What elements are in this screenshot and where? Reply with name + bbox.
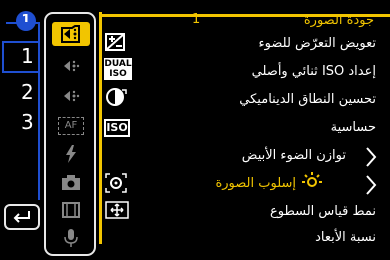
tab-film[interactable] — [52, 198, 90, 222]
film-strip-icon — [62, 202, 80, 218]
iso-icon: ISO — [104, 119, 130, 137]
page-title: جودة الصورة — [303, 13, 374, 28]
menu-item-aspect-ratio[interactable]: نسبة الأبعاد — [315, 230, 376, 245]
dynamic-range-icon — [104, 86, 128, 112]
metering-mode-icon — [104, 172, 128, 198]
menu-item-white-balance[interactable]: توازن الضوء الأبيض — [242, 148, 346, 163]
af-icon: AF — [58, 117, 84, 135]
camera-photo-icon — [64, 60, 80, 72]
chevron-right-icon[interactable] — [364, 174, 378, 196]
menu-item-dynamic-range[interactable]: تحسين النطاق الديناميكي — [239, 92, 376, 107]
tab-photo-active[interactable] — [52, 22, 90, 46]
page-1-button[interactable]: 1 — [21, 44, 34, 68]
chevron-right-icon[interactable] — [364, 146, 378, 168]
page-3-button[interactable]: 3 — [21, 110, 34, 134]
tab-camera-settings[interactable] — [52, 170, 90, 194]
page-2-button[interactable]: 2 — [21, 80, 34, 104]
tab-autofocus[interactable]: AF — [52, 114, 90, 138]
tab-photo-2[interactable] — [52, 54, 90, 78]
camera-photo-icon — [61, 25, 80, 43]
menu-tab-panel: AF — [44, 12, 96, 256]
camera-video-icon — [64, 90, 80, 102]
tab-video[interactable] — [52, 84, 90, 108]
header-bar: 1 جودة الصورة — [100, 12, 390, 28]
microphone-icon — [64, 229, 78, 247]
menu-item-dual-native-iso[interactable]: إعداد ISO ثنائي وأصلي — [252, 64, 376, 79]
aspect-ratio-icon — [104, 199, 130, 225]
back-button[interactable] — [4, 204, 40, 230]
rail-top-line — [6, 22, 40, 24]
dual-iso-icon: DUAL ISO — [104, 58, 132, 80]
menu-group-badge: 1 — [16, 11, 36, 31]
menu-item-sensitivity[interactable]: حساسية — [331, 120, 376, 135]
tab-audio[interactable] — [52, 226, 90, 250]
yellow-divider — [99, 12, 102, 244]
flash-icon — [66, 145, 76, 163]
dual-iso-line1: DUAL — [104, 59, 132, 69]
tab-flash[interactable] — [52, 142, 90, 166]
menu-item-metering-mode[interactable]: نمط قياس السطوع — [270, 204, 376, 219]
menu-item-exposure-comp[interactable]: تعويض التعرّض للضوء — [259, 36, 376, 51]
exposure-compensation-icon — [104, 32, 126, 56]
dual-iso-line2: ISO — [109, 69, 127, 79]
header-number: 1 — [192, 12, 201, 27]
camera-icon — [62, 175, 80, 190]
photo-style-icon — [300, 170, 324, 198]
menu-item-photo-style[interactable]: إسلوب الصورة — [215, 176, 296, 191]
return-icon — [13, 211, 30, 223]
